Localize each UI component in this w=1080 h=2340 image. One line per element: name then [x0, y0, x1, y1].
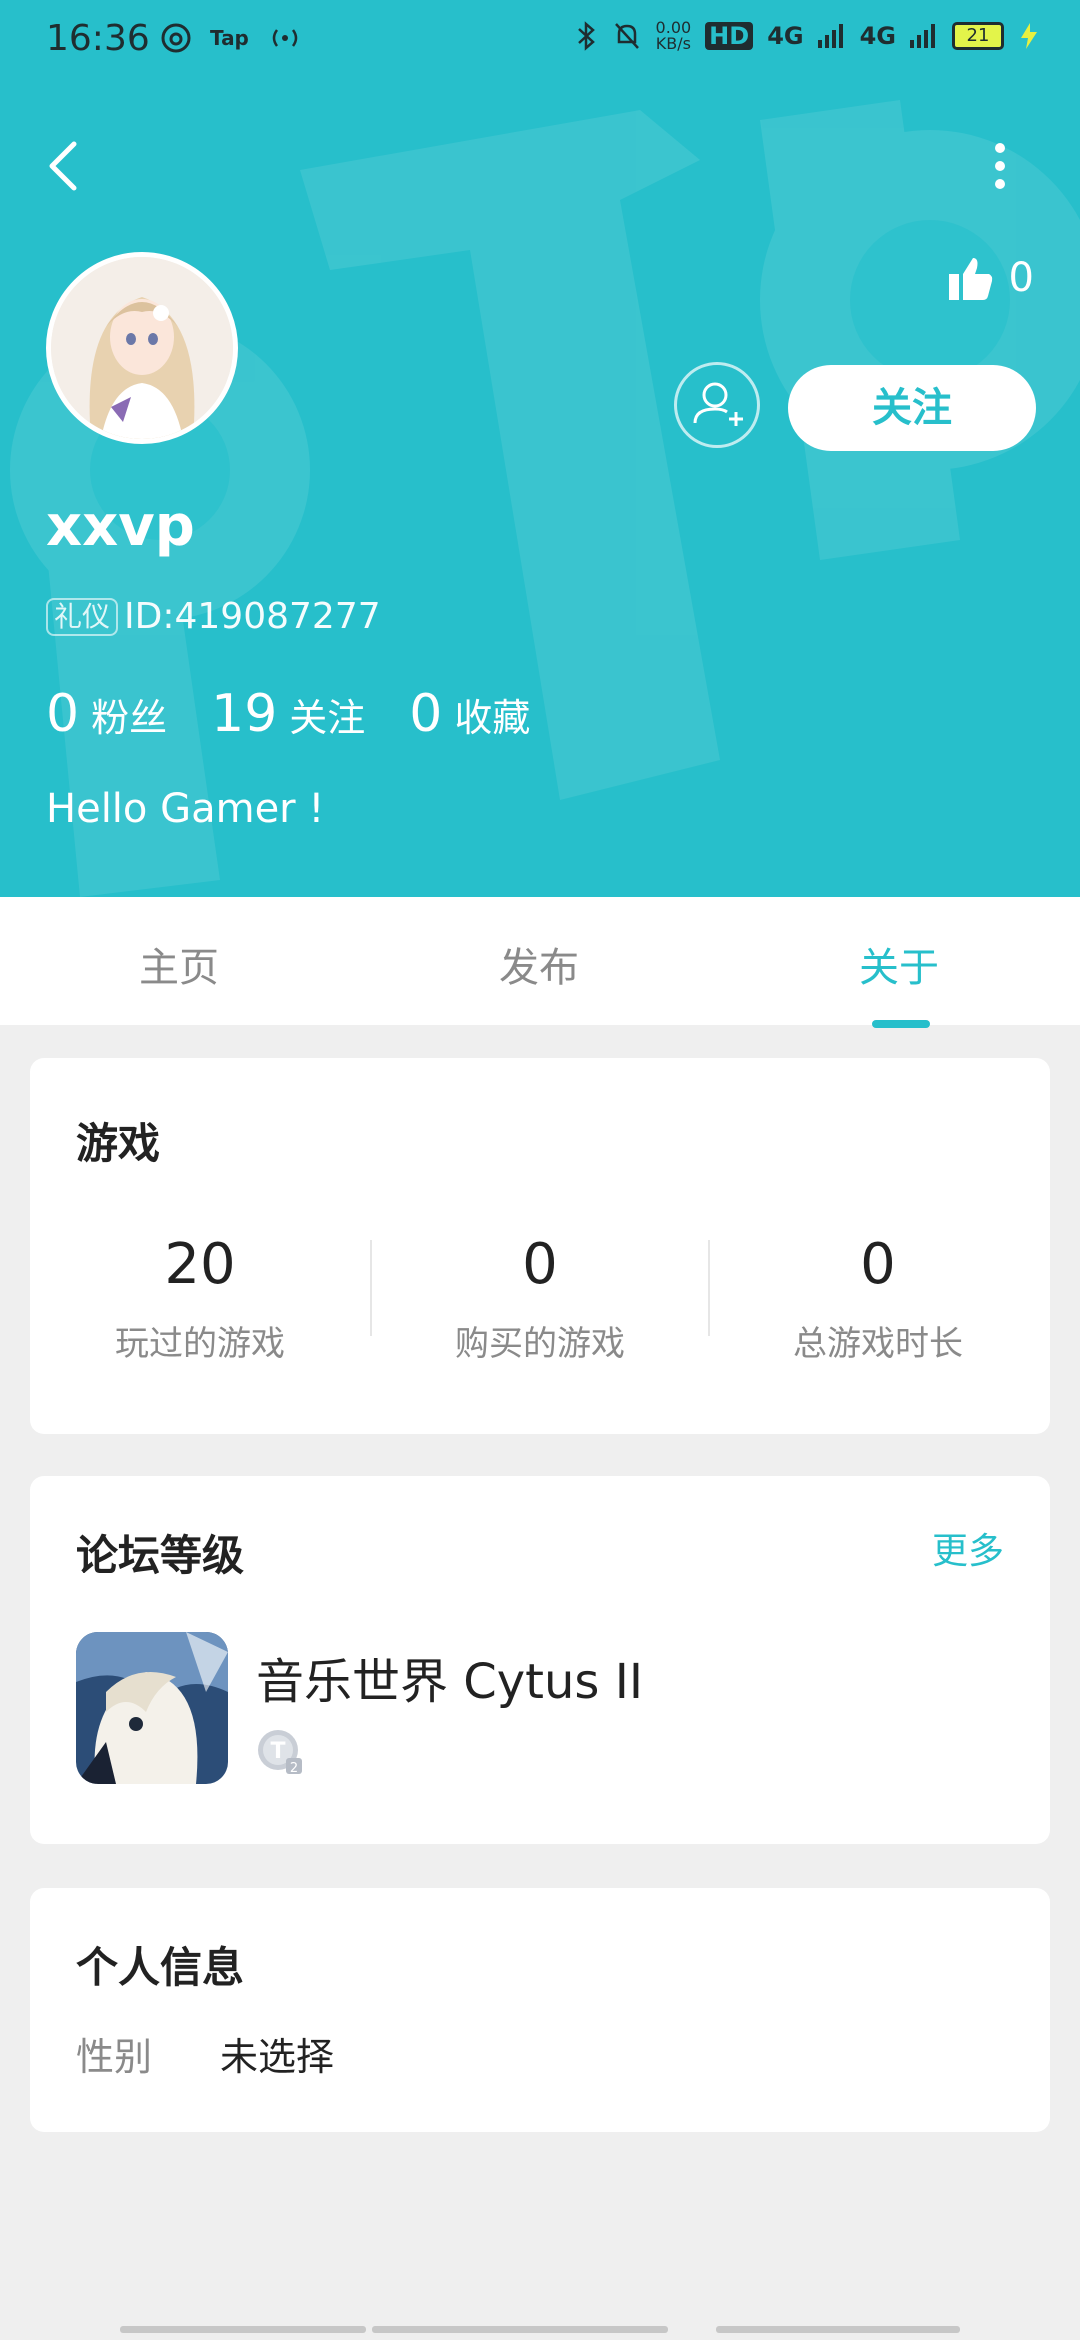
personal-info-title: 个人信息 — [76, 1943, 245, 1992]
stat-favorites-label: 收藏 — [454, 696, 531, 740]
hotspot-icon — [272, 29, 298, 47]
total-playtime-label: 总游戏时长 — [793, 1324, 963, 1364]
user-id[interactable]: ID:419087277 — [124, 596, 381, 637]
tab-about[interactable]: 关于 — [859, 935, 939, 993]
mute-bell-icon — [614, 23, 639, 49]
played-games-count: 20 — [164, 1232, 236, 1297]
etiquette-badge[interactable]: 礼仪 — [46, 597, 119, 636]
status-bar: 16:36 Tap 0.00 KB/s HD 4G 4G 21 — [0, 0, 1080, 84]
total-playtime-value: 0 — [860, 1232, 896, 1297]
cytus-game-icon[interactable] — [76, 1632, 228, 1784]
username: xxvp — [46, 494, 195, 559]
forum-level-card: 论坛等级 更多 音乐世界 Cytus II T 2 — [30, 1476, 1050, 1844]
forum-level-title: 论坛等级 — [76, 1531, 245, 1580]
status-time: 16:36 — [46, 18, 150, 59]
stat-fans-label: 粉丝 — [91, 696, 168, 740]
svg-text:T: T — [270, 1739, 285, 1764]
tab-active-indicator — [872, 1020, 930, 1028]
bluetooth-icon — [577, 21, 595, 51]
netease-music-icon — [161, 23, 191, 53]
network-speed: 0.00 KB/s — [655, 18, 692, 53]
stat-favorites-count: 0 — [409, 684, 443, 744]
svg-text:2: 2 — [290, 1761, 298, 1776]
profile-tabs: 主页 发布 关于 — [0, 897, 1080, 1025]
stat-following-label: 关注 — [289, 696, 366, 740]
likes-counter[interactable]: 0 — [947, 254, 1034, 302]
profile-stats: 0 粉丝 19 关注 0 收藏 — [46, 684, 530, 744]
purchased-games-count: 0 — [522, 1232, 558, 1297]
user-bio: Hello Gamer ! — [46, 786, 325, 832]
avatar-illustration — [51, 257, 233, 439]
gender-label: 性别 — [76, 2035, 153, 2079]
more-vertical-icon[interactable] — [988, 142, 1012, 190]
gender-value: 未选择 — [220, 2035, 335, 2079]
games-card: 游戏 20 玩过的游戏 0 购买的游戏 0 总游戏时长 — [30, 1058, 1050, 1434]
avatar[interactable] — [46, 252, 238, 444]
nav-gesture-bar-left — [120, 2326, 366, 2333]
signal-4g-icon: 4G — [767, 22, 804, 50]
played-games-label: 玩过的游戏 — [115, 1324, 285, 1364]
cytus-icon-art — [76, 1632, 228, 1784]
follow-button[interactable]: 关注 — [788, 365, 1036, 451]
profile-header: 16:36 Tap 0.00 KB/s HD 4G 4G 21 0 关注 xxv… — [0, 0, 1080, 897]
games-card-title: 游戏 — [76, 1119, 161, 1168]
add-friend-button[interactable] — [674, 362, 760, 448]
stat-fans-count: 0 — [46, 684, 80, 744]
thumbs-up-icon — [948, 258, 992, 300]
forum-game-name[interactable]: 音乐世界 Cytus II — [256, 1642, 643, 1712]
nav-gesture-bar-center — [372, 2326, 668, 2333]
stat-following[interactable]: 19 关注 — [211, 684, 365, 744]
forum-more-link[interactable]: 更多 — [932, 1522, 1004, 1574]
taptap-icon: Tap — [210, 26, 249, 50]
signal-4g-icon-2: 4G — [859, 22, 896, 50]
signal-bars-icon — [817, 24, 843, 48]
level-badge-icon: T 2 — [258, 1730, 302, 1776]
nav-gesture-bar-right — [716, 2326, 960, 2333]
add-friend-icon — [693, 382, 743, 426]
personal-info-card: 个人信息 性别 未选择 — [30, 1888, 1050, 2132]
battery-icon: 21 — [952, 22, 1004, 50]
tab-posts[interactable]: 发布 — [499, 935, 579, 993]
likes-count: 0 — [1008, 255, 1034, 301]
back-arrow-icon[interactable] — [44, 140, 84, 192]
purchased-games-label: 购买的游戏 — [455, 1324, 625, 1364]
charging-icon — [1021, 23, 1037, 49]
hd-icon: HD — [705, 22, 754, 50]
stat-fans[interactable]: 0 粉丝 — [46, 684, 167, 744]
signal-bars-icon-2 — [910, 24, 935, 48]
stat-following-count: 19 — [211, 684, 278, 744]
user-id-row: 礼仪 ID:419087277 — [46, 596, 381, 637]
stat-favorites[interactable]: 0 收藏 — [409, 684, 530, 744]
tab-home[interactable]: 主页 — [139, 935, 219, 993]
